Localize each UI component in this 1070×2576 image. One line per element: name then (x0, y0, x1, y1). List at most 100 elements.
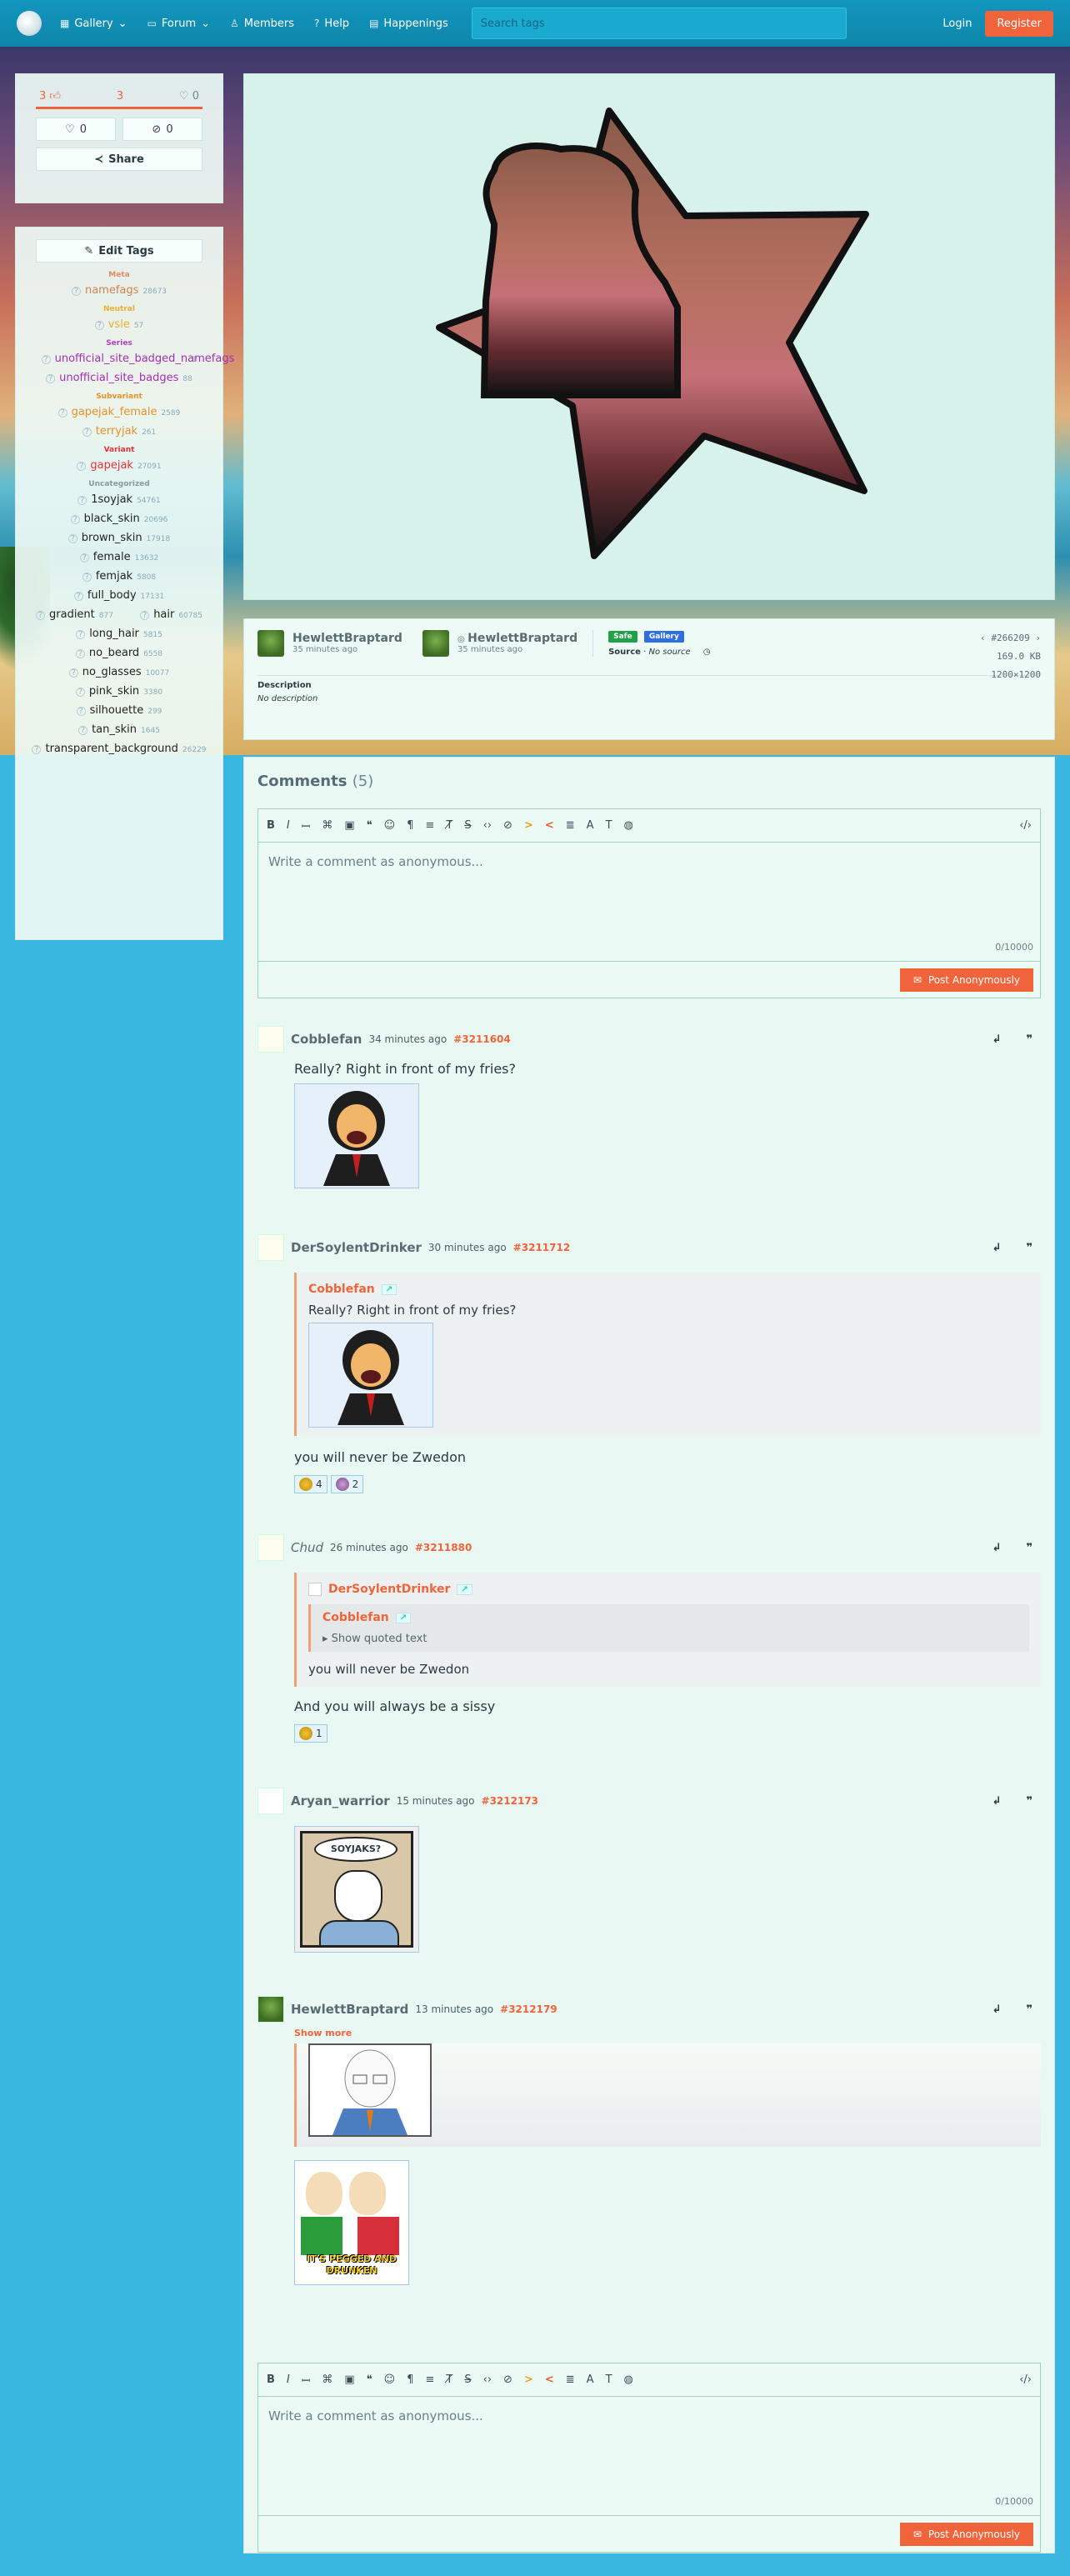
italic-icon[interactable]: I (287, 819, 290, 832)
site-logo-icon[interactable] (17, 11, 42, 36)
tag-help-icon[interactable]: ? (76, 707, 86, 716)
show-quoted-text-toggle[interactable]: ▸ Show quoted text (322, 1633, 1018, 1645)
comment-image[interactable]: SOYJAKS? (294, 1826, 419, 1953)
comment-author[interactable]: DerSoylentDrinker (291, 1240, 422, 1255)
uploader-avatar[interactable] (258, 629, 284, 657)
paragraph-icon[interactable]: ¶ (407, 819, 413, 832)
tag-help-icon[interactable]: ? (140, 611, 150, 620)
tag-help-icon[interactable]: ? (75, 649, 85, 658)
tag-help-icon[interactable]: ? (36, 611, 45, 620)
tag-item[interactable]: ? unofficial_site_badged_namefags 1 (36, 353, 234, 367)
tag-item[interactable]: ? female 13632 (36, 551, 202, 565)
bold-icon[interactable]: B (267, 819, 275, 832)
login-link[interactable]: Login (942, 18, 972, 30)
comment-id[interactable]: #3211712 (513, 1242, 571, 1253)
reply-icon[interactable]: ↲ (992, 1033, 1001, 1046)
list-icon[interactable]: ≡ (426, 2373, 435, 2386)
quoted-image[interactable] (308, 1323, 433, 1428)
italic-icon[interactable]: I (287, 2373, 290, 2386)
tag-item[interactable]: ? namefags 28673 (36, 284, 202, 298)
tag-help-icon[interactable]: ? (79, 553, 89, 563)
palette-icon[interactable]: ◍ (624, 2373, 633, 2386)
tag-help-icon[interactable]: ? (94, 321, 104, 330)
share-button[interactable]: ≺ Share (36, 148, 202, 171)
tag-help-icon[interactable]: ? (46, 374, 56, 383)
clear-format-icon[interactable]: T̸ (446, 819, 452, 832)
tag-help-icon[interactable]: ? (32, 745, 42, 754)
tag-help-icon[interactable]: ? (41, 355, 51, 364)
quote-icon[interactable]: ❞ (1026, 1542, 1032, 1554)
tag-help-icon[interactable]: ? (70, 515, 80, 524)
comment-author[interactable]: Chud (291, 1540, 323, 1555)
tag-item[interactable]: ? gapejak 27091 (36, 459, 202, 473)
show-more-link[interactable]: Show more (294, 2028, 1041, 2038)
comment-author[interactable]: HewlettBraptard (291, 2002, 408, 2017)
tag-item[interactable]: ? terryjak 261 (36, 425, 202, 439)
emoji-icon[interactable]: ☺ (384, 819, 396, 832)
palette-icon[interactable]: ◍ (624, 819, 633, 832)
tag-help-icon[interactable]: ? (82, 573, 92, 582)
tag-item[interactable]: ? vsle 57 (36, 318, 202, 333)
quote-icon[interactable]: ❞ (1026, 1033, 1032, 1046)
jump-to-quote-icon[interactable]: ↗ (381, 1283, 398, 1295)
align-icon[interactable]: ≣ (566, 2373, 575, 2386)
nav-happenings[interactable]: ▤ Happenings (369, 18, 448, 30)
greentext-icon[interactable]: > (524, 819, 533, 832)
comment-image[interactable]: IT'S PEGGED AND DRUNKEN (294, 2160, 409, 2285)
comment-image[interactable] (294, 1083, 419, 1188)
emoji-icon[interactable]: ☺ (384, 2373, 396, 2386)
tag-item[interactable]: ? femjak 5808 (36, 570, 202, 584)
strikethrough-icon[interactable]: S̶ (464, 819, 471, 832)
downvote-button[interactable]: ♡ 0 (179, 90, 199, 103)
tag-item[interactable]: ? transparent_background 26229 (32, 743, 207, 757)
bold-icon[interactable]: B (267, 2373, 275, 2386)
quoted-author[interactable]: DerSoylentDrinker (328, 1583, 450, 1596)
quote-icon[interactable]: ❞ (1026, 1795, 1032, 1808)
jump-to-quote-icon[interactable]: ↗ (457, 1583, 472, 1595)
font-size-icon[interactable]: T (606, 2373, 612, 2386)
link-icon[interactable]: ⌘ (322, 2373, 332, 2386)
tag-item[interactable]: ? silhouette 299 (36, 704, 202, 718)
image-icon[interactable]: ▣ (344, 819, 354, 832)
tag-item[interactable]: ? pink_skin 3380 (36, 685, 202, 699)
tag-item[interactable]: ? unofficial_site_badges 88 (36, 372, 202, 386)
post-image[interactable] (243, 73, 1055, 600)
quote-icon[interactable]: ❝ (367, 2373, 372, 2386)
search-input[interactable]: Search tags (471, 8, 847, 39)
source-toggle-icon[interactable]: ‹/› (1019, 2373, 1032, 2386)
approver-name[interactable]: HewlettBraptard (468, 632, 578, 645)
tag-item[interactable]: ? long_hair 5815 (36, 628, 202, 642)
tag-help-icon[interactable]: ? (75, 688, 85, 697)
comment-avatar[interactable] (258, 1534, 284, 1561)
tag-item[interactable]: ? brown_skin 17918 (36, 532, 202, 546)
comment-id[interactable]: #3212179 (500, 2003, 558, 2015)
upvote-button[interactable]: 3 👍︎ (39, 90, 61, 103)
comment-author[interactable]: Cobblefan (291, 1032, 362, 1047)
comment-textarea[interactable]: Write a comment as anonymous... 0/10000 (258, 2397, 1040, 2515)
quote-icon[interactable]: ❝ (367, 819, 372, 832)
uploader-name[interactable]: HewlettBraptard (292, 632, 402, 645)
align-icon[interactable]: ≣ (566, 819, 575, 832)
tag-help-icon[interactable]: ? (82, 428, 92, 437)
comment-avatar[interactable] (258, 1234, 284, 1261)
greentext-icon[interactable]: > (524, 2373, 533, 2386)
quoted-image[interactable] (308, 2043, 432, 2137)
spoiler-icon[interactable]: ⊘ (503, 819, 512, 832)
comment-avatar[interactable] (258, 1788, 284, 1814)
post-anonymously-button[interactable]: ✉ Post Anonymously (899, 968, 1033, 992)
font-size-icon[interactable]: T (606, 819, 612, 832)
history-icon[interactable]: ◷ (703, 648, 711, 657)
reply-icon[interactable]: ↲ (992, 1542, 1001, 1554)
reaction-button[interactable]: 2 (330, 1475, 364, 1493)
quote-icon[interactable]: ❞ (1026, 1242, 1032, 1254)
tag-item[interactable]: ? gradient 877 (36, 608, 113, 623)
register-button[interactable]: Register (985, 10, 1053, 37)
quoted-author[interactable]: Cobblefan (308, 1283, 375, 1296)
nav-gallery[interactable]: ▦ Gallery ⌄ (60, 18, 128, 30)
tag-help-icon[interactable]: ? (68, 668, 78, 678)
comment-id[interactable]: #3212173 (482, 1795, 539, 1807)
collection-badge[interactable]: Gallery (643, 631, 684, 643)
tag-help-icon[interactable]: ? (76, 630, 86, 639)
reaction-button[interactable]: 1 (294, 1724, 328, 1743)
nav-help[interactable]: ? Help (314, 18, 349, 30)
